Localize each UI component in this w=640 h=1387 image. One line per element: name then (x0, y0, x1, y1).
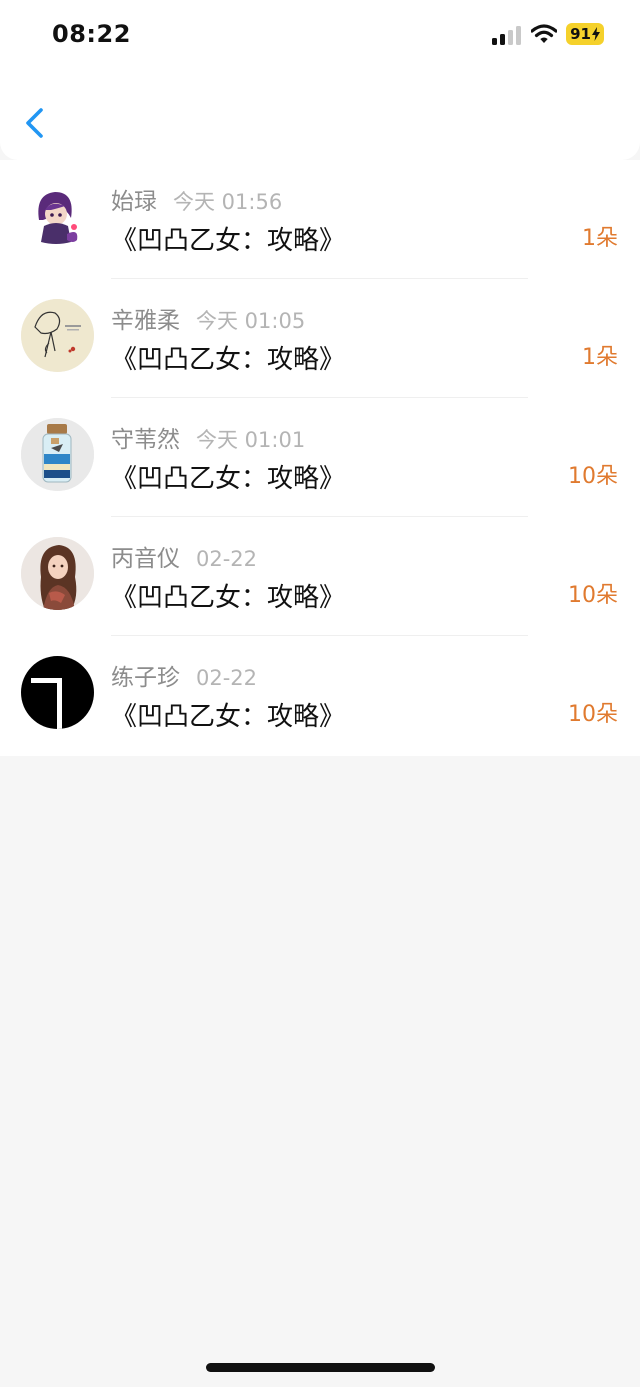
sender-name: 始琭 (111, 189, 157, 215)
sender-line: 丙音仪 02-22 (111, 539, 258, 572)
sender-line: 守苇然 今天 01:01 (111, 420, 306, 453)
wifi-icon (531, 24, 557, 43)
battery-indicator: 91 (566, 23, 604, 45)
home-indicator[interactable] (206, 1363, 435, 1372)
gift-amount: 10朵 (568, 464, 618, 489)
status-time: 08:22 (52, 20, 131, 48)
sender-name: 丙音仪 (111, 546, 180, 572)
avatar[interactable] (21, 418, 94, 491)
battery-level: 91 (570, 25, 591, 43)
list-item[interactable]: 辛雅柔 今天 01:05 《凹凸乙女：攻略》 1朵 (0, 279, 640, 398)
gift-amount: 10朵 (568, 702, 618, 727)
book-title: 《凹凸乙女：攻略》 (111, 583, 346, 613)
gift-time: 今天 01:01 (196, 428, 306, 452)
cellular-signal-icon (492, 25, 522, 45)
portrait-photo-avatar-icon (21, 537, 94, 610)
chevron-left-icon (26, 108, 43, 138)
sender-name: 守苇然 (111, 427, 180, 453)
book-title: 《凹凸乙女：攻略》 (111, 345, 346, 375)
glass-jar-avatar-icon (21, 418, 94, 491)
avatar[interactable] (21, 656, 94, 729)
list-item[interactable]: 丙音仪 02-22 《凹凸乙女：攻略》 10朵 (0, 517, 640, 636)
gift-amount: 1朵 (582, 226, 618, 251)
charging-bolt-icon (591, 27, 600, 41)
sender-name: 练子珍 (111, 665, 180, 691)
book-title: 《凹凸乙女：攻略》 (111, 702, 346, 732)
sender-line: 始琭 今天 01:56 (111, 182, 283, 215)
back-button[interactable] (20, 104, 54, 142)
avatar[interactable] (21, 537, 94, 610)
book-title: 《凹凸乙女：攻略》 (111, 226, 346, 256)
gift-amount: 1朵 (582, 345, 618, 370)
top-bar: 08:22 91 (0, 0, 640, 160)
sketch-drawing-avatar-icon (21, 299, 94, 372)
gift-time: 02-22 (196, 547, 258, 571)
gift-amount: 10朵 (568, 583, 618, 608)
gift-record-list: 始琭 今天 01:56 《凹凸乙女：攻略》 1朵 辛雅柔 今天 01:05 《凹凸乙… (0, 160, 640, 756)
avatar[interactable] (21, 180, 94, 253)
anime-character-avatar-icon (21, 180, 94, 253)
gift-time: 02-22 (196, 666, 258, 690)
gift-time: 今天 01:56 (173, 190, 283, 214)
list-item[interactable]: 始琭 今天 01:56 《凹凸乙女：攻略》 1朵 (0, 160, 640, 279)
avatar[interactable] (21, 299, 94, 372)
book-title: 《凹凸乙女：攻略》 (111, 464, 346, 494)
sender-line: 练子珍 02-22 (111, 658, 258, 691)
gift-time: 今天 01:05 (196, 309, 306, 333)
sender-name: 辛雅柔 (111, 308, 180, 334)
sender-line: 辛雅柔 今天 01:05 (111, 301, 306, 334)
list-item[interactable]: 练子珍 02-22 《凹凸乙女：攻略》 10朵 (0, 636, 640, 755)
list-item[interactable]: 守苇然 今天 01:01 《凹凸乙女：攻略》 10朵 (0, 398, 640, 517)
black-shape-avatar-icon (21, 656, 94, 729)
